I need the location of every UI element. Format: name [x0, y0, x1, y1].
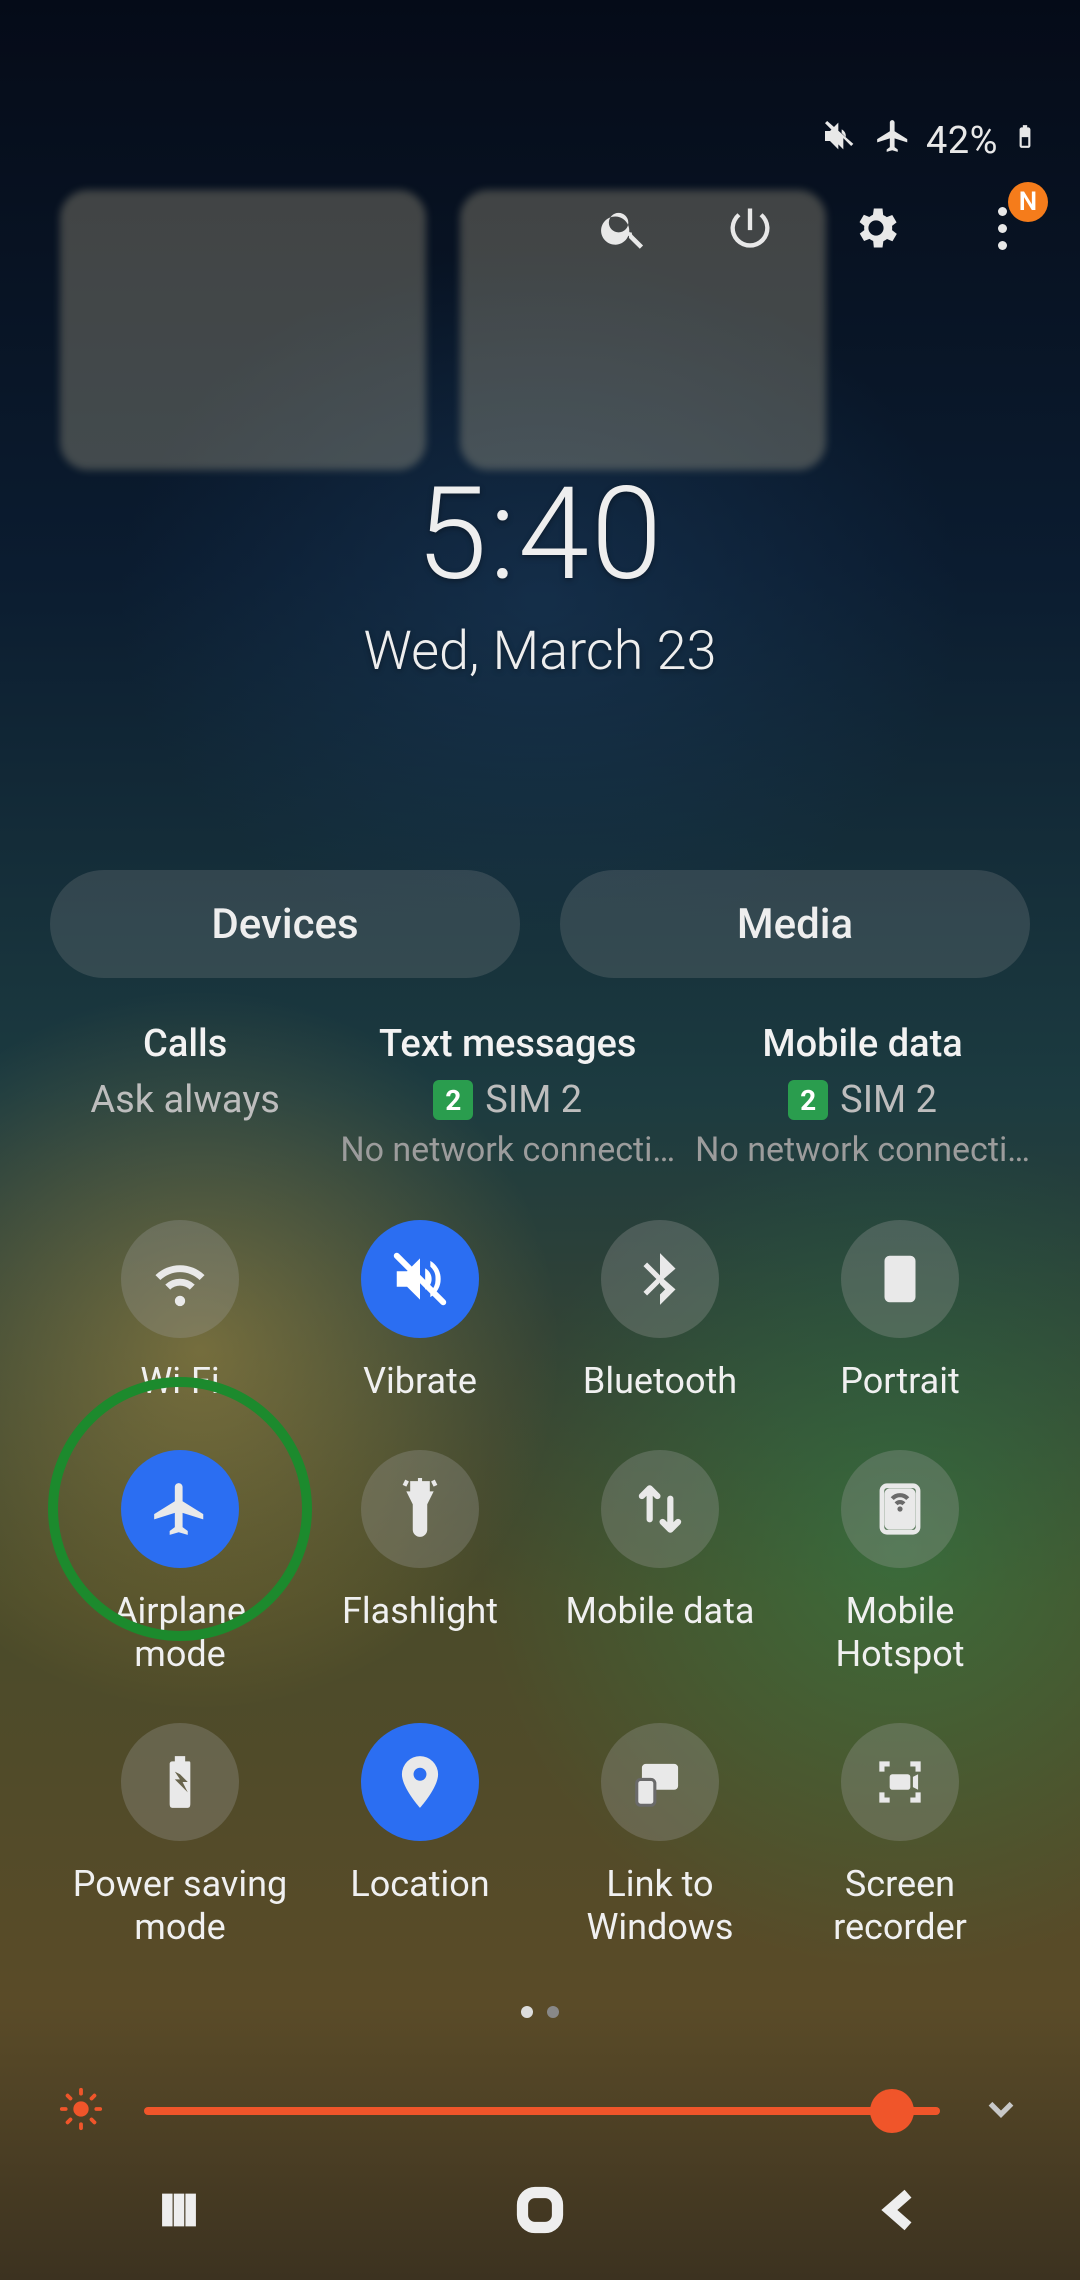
mobile-data-icon — [601, 1450, 719, 1568]
bluetooth-icon — [601, 1220, 719, 1338]
mobile-data-label: Mobile data — [566, 1590, 755, 1632]
quick-settings-grid: Wi-Fi Vibrate Bluetooth Portrait Airplan… — [70, 1220, 1010, 1948]
power-saving-label: Power saving mode — [70, 1863, 290, 1948]
hotspot-label: Mobile Hotspot — [790, 1590, 1010, 1675]
sim-texts-value: SIM 2 — [485, 1078, 582, 1122]
back-button[interactable] — [873, 2182, 929, 2242]
more-button[interactable]: N — [974, 200, 1030, 256]
sim-chip-icon: 2 — [433, 1080, 473, 1120]
power-button[interactable] — [722, 200, 778, 256]
sim-texts-sub: No network connecti… — [340, 1130, 675, 1170]
notification-badge: N — [1008, 182, 1048, 222]
mobile-data-toggle[interactable]: Mobile data — [550, 1450, 770, 1675]
vibrate-toggle[interactable]: Vibrate — [310, 1220, 530, 1402]
page-indicator — [0, 2006, 1080, 2018]
devices-button[interactable]: Devices — [50, 870, 520, 978]
brightness-thumb[interactable] — [870, 2089, 914, 2133]
search-button[interactable] — [596, 200, 652, 256]
rotation-toggle[interactable]: Portrait — [790, 1220, 1010, 1402]
location-icon — [361, 1723, 479, 1841]
screen-recorder-icon — [841, 1723, 959, 1841]
screen-recorder-toggle[interactable]: Screen recorder — [790, 1723, 1010, 1948]
hotspot-toggle[interactable]: Mobile Hotspot — [790, 1450, 1010, 1675]
settings-button[interactable] — [848, 200, 904, 256]
vibrate-label: Vibrate — [363, 1360, 477, 1402]
battery-text: 42% — [926, 119, 998, 163]
sim-data-sub: No network connecti… — [695, 1130, 1030, 1170]
home-button[interactable] — [510, 2180, 570, 2244]
brightness-slider[interactable] — [144, 2107, 940, 2115]
navigation-bar — [0, 2180, 1080, 2244]
sim-calls-title: Calls — [50, 1022, 320, 1066]
flashlight-label: Flashlight — [342, 1590, 498, 1632]
page-dot — [547, 2006, 559, 2018]
status-bar: 42% — [820, 114, 1038, 168]
bluetooth-label: Bluetooth — [583, 1360, 737, 1402]
sim-data-value: SIM 2 — [840, 1078, 937, 1122]
battery-icon — [1012, 114, 1038, 168]
more-icon — [998, 207, 1007, 250]
airplane-icon — [121, 1450, 239, 1568]
airplane-status-icon — [874, 117, 912, 165]
location-toggle[interactable]: Location — [310, 1723, 530, 1948]
clock-time: 5:40 — [0, 460, 1080, 610]
flashlight-toggle[interactable]: Flashlight — [310, 1450, 530, 1675]
brightness-icon — [58, 2086, 104, 2136]
wifi-label: Wi-Fi — [140, 1360, 219, 1402]
flashlight-icon — [361, 1450, 479, 1568]
hotspot-icon — [841, 1450, 959, 1568]
brightness-expand-button[interactable] — [980, 2088, 1022, 2134]
link-windows-icon — [601, 1723, 719, 1841]
sim-texts-title: Text messages — [340, 1022, 675, 1066]
screen-recorder-label: Screen recorder — [790, 1863, 1010, 1948]
clock-date: Wed, March 23 — [0, 620, 1080, 683]
device-media-pills: Devices Media — [50, 870, 1030, 978]
link-windows-toggle[interactable]: Link to Windows — [550, 1723, 770, 1948]
sim-data[interactable]: Mobile data 2 SIM 2 No network connecti… — [695, 1022, 1030, 1170]
link-windows-label: Link to Windows — [550, 1863, 770, 1948]
location-label: Location — [350, 1863, 489, 1905]
sim-data-title: Mobile data — [695, 1022, 1030, 1066]
clock-area: 5:40 Wed, March 23 — [0, 460, 1080, 683]
airplane-label: Airplane mode — [70, 1590, 290, 1675]
sim-chip-icon: 2 — [788, 1080, 828, 1120]
lock-rotation-icon — [841, 1220, 959, 1338]
page-dot — [521, 2006, 533, 2018]
sim-info-row: Calls Ask always Text messages 2 SIM 2 No… — [50, 1022, 1030, 1170]
panel-actions: N — [596, 200, 1030, 256]
mute-vibrate-icon — [820, 116, 860, 166]
airplane-toggle[interactable]: Airplane mode — [70, 1450, 290, 1675]
sim-calls[interactable]: Calls Ask always — [50, 1022, 320, 1170]
wifi-icon — [121, 1220, 239, 1338]
recents-button[interactable] — [151, 2182, 207, 2242]
vibrate-icon — [361, 1220, 479, 1338]
bluetooth-toggle[interactable]: Bluetooth — [550, 1220, 770, 1402]
homescreen-widget — [60, 190, 426, 470]
brightness-row — [58, 2086, 1022, 2136]
power-saving-icon — [121, 1723, 239, 1841]
sim-texts[interactable]: Text messages 2 SIM 2 No network connecti… — [340, 1022, 675, 1170]
wifi-toggle[interactable]: Wi-Fi — [70, 1220, 290, 1402]
power-saving-toggle[interactable]: Power saving mode — [70, 1723, 290, 1948]
portrait-label: Portrait — [840, 1360, 959, 1402]
media-button[interactable]: Media — [560, 870, 1030, 978]
sim-calls-value: Ask always — [50, 1078, 320, 1122]
